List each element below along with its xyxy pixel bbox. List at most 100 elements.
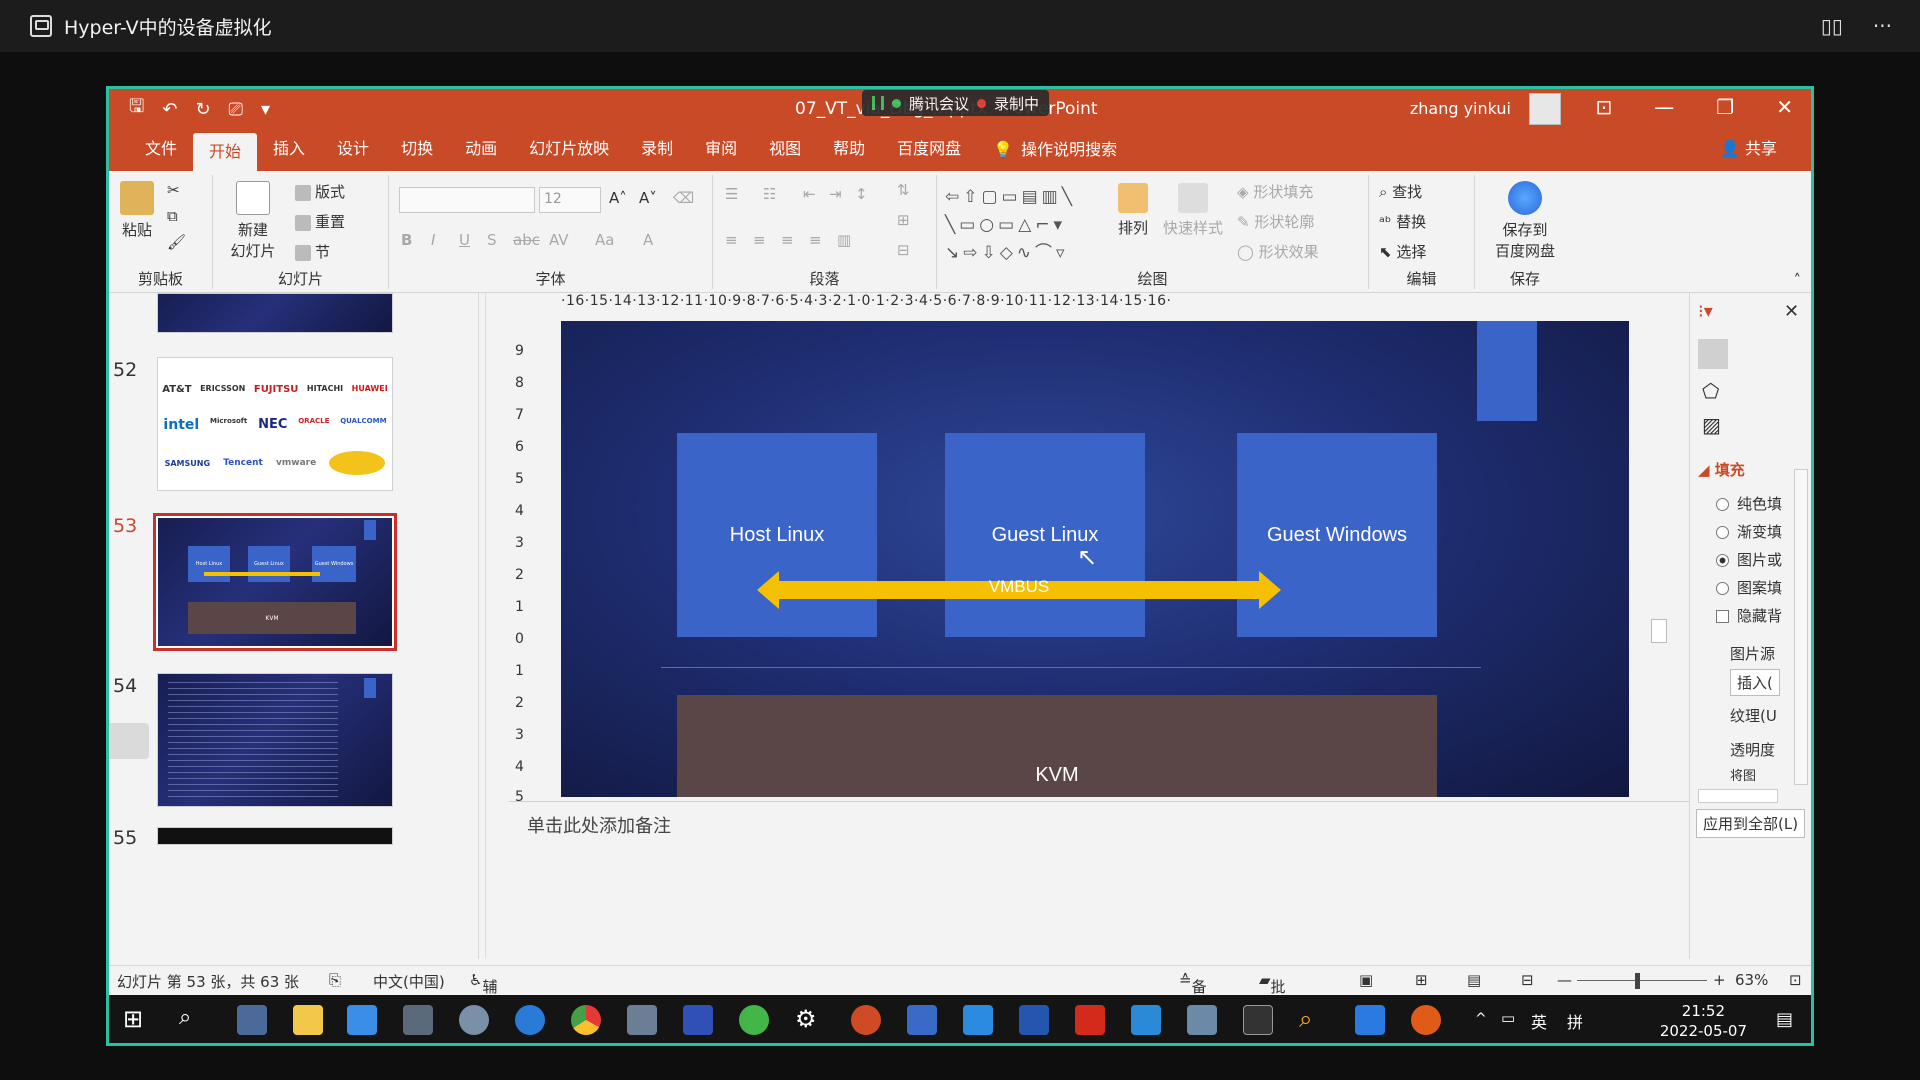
more-icon[interactable]: ··· — [1873, 14, 1892, 38]
columns-icon[interactable]: ▥ — [837, 231, 851, 249]
shape-effect-button[interactable]: ◯ 形状效果 — [1237, 241, 1319, 262]
find-button[interactable]: ⌕ 查找 — [1379, 181, 1422, 202]
chrome-icon[interactable] — [571, 1005, 601, 1035]
slideshow-icon[interactable]: ⊟ — [1521, 971, 1534, 989]
normal-view-icon[interactable]: ▣ — [1359, 971, 1373, 989]
save-icon[interactable]: 🖫 — [129, 94, 144, 124]
app-m-icon[interactable] — [907, 1005, 937, 1035]
zoom-level[interactable]: 63% — [1735, 971, 1768, 989]
tab-review[interactable]: 审阅 — [689, 129, 753, 171]
spacing-icon[interactable]: AV — [549, 231, 569, 249]
tab-help[interactable]: 帮助 — [817, 129, 881, 171]
tell-me-search[interactable]: 💡 操作说明搜索 — [977, 129, 1133, 171]
tile-checkbox[interactable]: 将图 — [1730, 765, 1756, 784]
smartart-icon[interactable]: ⊟ — [897, 241, 910, 259]
shapes-gallery[interactable]: ⇦⇧▢▭▤▥╲ ╲▭○▭△⌐▾ ↘⇨⇩◇∿⌒▿ — [945, 183, 1095, 273]
hide-bg-checkbox[interactable]: 隐藏背 — [1716, 605, 1782, 626]
zoom-out-icon[interactable]: — — [1557, 971, 1572, 989]
justify-icon[interactable]: ≡ — [809, 231, 822, 249]
user-name[interactable]: zhang yinkui — [1410, 99, 1511, 118]
fill-section-header[interactable]: ◢ 填充 — [1698, 459, 1745, 480]
sidebar-icon[interactable]: ▯▯ — [1821, 14, 1843, 38]
app-network-icon[interactable] — [627, 1005, 657, 1035]
tab-insert[interactable]: 插入 — [257, 129, 321, 171]
shape-outline-button[interactable]: ✎ 形状轮廓 — [1237, 211, 1314, 232]
kvm-box[interactable]: KVM — [677, 695, 1437, 797]
reading-view-icon[interactable]: ▤ — [1467, 971, 1481, 989]
picture-tab-icon[interactable]: ▨ — [1702, 413, 1721, 437]
format-painter-icon[interactable]: 🖌 — [167, 233, 186, 251]
tab-view[interactable]: 视图 — [753, 129, 817, 171]
strikethrough-icon[interactable]: abc — [513, 231, 540, 249]
change-case-icon[interactable]: Aa — [595, 231, 614, 249]
app-bird-icon[interactable] — [459, 1005, 489, 1035]
increase-indent-icon[interactable]: ⇥ — [829, 185, 842, 203]
fit-slide-icon[interactable]: ⊡ — [1789, 971, 1802, 989]
search-icon[interactable]: ⌕ — [179, 1005, 209, 1035]
pane-hscrollbar[interactable] — [1698, 789, 1778, 803]
bold-icon[interactable]: B — [401, 231, 412, 249]
gradient-fill-option[interactable]: 渐变填 — [1716, 521, 1782, 542]
app-search-icon[interactable]: ⌕ — [1299, 1005, 1329, 1035]
font-name-box[interactable] — [399, 187, 535, 213]
font-color-icon[interactable]: A — [643, 231, 653, 249]
comments-button[interactable]: ▰ 批注 — [1259, 971, 1286, 1017]
collapse-ribbon-icon[interactable]: ˄ — [1794, 271, 1802, 289]
thumbnail-51[interactable] — [157, 293, 393, 333]
align-right-icon[interactable]: ≡ — [781, 231, 794, 249]
app-save-icon[interactable] — [683, 1005, 713, 1035]
cut-icon[interactable]: ✂ — [167, 181, 180, 199]
clear-format-icon[interactable]: ⌫ — [673, 189, 694, 207]
tab-slideshow[interactable]: 幻灯片放映 — [513, 129, 625, 171]
app-chart-icon[interactable] — [1355, 1005, 1385, 1035]
app-fire-icon[interactable] — [1411, 1005, 1441, 1035]
avatar[interactable] — [1529, 93, 1561, 125]
select-button[interactable]: ⬉ 选择 — [1379, 241, 1426, 262]
fill-tab-icon[interactable] — [1698, 339, 1728, 369]
tab-animations[interactable]: 动画 — [449, 129, 513, 171]
section-button[interactable]: 节 — [295, 241, 330, 262]
app-check-icon[interactable] — [515, 1005, 545, 1035]
app-monitor-icon[interactable] — [403, 1005, 433, 1035]
ime-pinyin[interactable]: 拼 — [1567, 1009, 1583, 1033]
ribbon-display-icon[interactable]: ⊡ — [1596, 95, 1613, 119]
wechat-icon[interactable] — [739, 1005, 769, 1035]
slide-scrollbar[interactable] — [1649, 293, 1669, 799]
effects-tab-icon[interactable]: ⬠ — [1702, 379, 1719, 403]
language-status[interactable]: 中文(中国) — [373, 971, 445, 992]
zoom-slider-thumb[interactable] — [1635, 973, 1640, 989]
align-left-icon[interactable]: ≡ — [725, 231, 738, 249]
app-user-icon[interactable] — [237, 1005, 267, 1035]
clock[interactable]: 21:52 2022-05-07 — [1660, 1001, 1747, 1041]
pdf-icon[interactable] — [1075, 1005, 1105, 1035]
restore-icon[interactable]: ❐ — [1716, 95, 1734, 119]
file-explorer-icon[interactable] — [293, 1005, 323, 1035]
redo-icon[interactable]: ↻ — [195, 99, 210, 120]
line-spacing-icon[interactable]: ↕ — [855, 185, 868, 203]
solid-fill-option[interactable]: 纯色填 — [1716, 493, 1782, 514]
tray-chevron-icon[interactable]: ^ — [1475, 1011, 1487, 1027]
layout-button[interactable]: 版式 — [295, 181, 345, 202]
picture-fill-option[interactable]: 图片或 — [1716, 549, 1782, 570]
shape-fill-button[interactable]: ◈ 形状填充 — [1237, 181, 1313, 202]
new-slide-button[interactable]: 新建 幻灯片 — [221, 181, 285, 261]
notification-icon[interactable]: ▤ — [1776, 1009, 1793, 1030]
tab-design[interactable]: 设计 — [321, 129, 385, 171]
network-icon[interactable]: ▭ — [1501, 1009, 1515, 1027]
settings-icon[interactable]: ⚙ — [795, 1005, 825, 1035]
share-button[interactable]: 👤 共享 — [1704, 129, 1793, 171]
customize-qat-icon[interactable]: ▾ — [261, 99, 270, 120]
powershell-icon[interactable] — [1019, 1005, 1049, 1035]
font-size-box[interactable]: 12 — [539, 187, 601, 213]
notes-button[interactable]: ≙ 备注 — [1179, 971, 1207, 1017]
terminal-icon[interactable] — [1243, 1005, 1273, 1035]
thumbnail-55[interactable] — [157, 827, 393, 845]
app-stack-icon[interactable] — [1187, 1005, 1217, 1035]
outline-view-toggle[interactable] — [109, 723, 149, 759]
tab-baidu[interactable]: 百度网盘 — [881, 129, 977, 171]
shrink-font-icon[interactable]: A˅ — [639, 189, 657, 207]
start-icon[interactable]: ⊞ — [123, 1005, 153, 1035]
pattern-fill-option[interactable]: 图案填 — [1716, 577, 1782, 598]
powerpoint-icon[interactable] — [851, 1005, 881, 1035]
vscode-icon[interactable] — [1131, 1005, 1161, 1035]
